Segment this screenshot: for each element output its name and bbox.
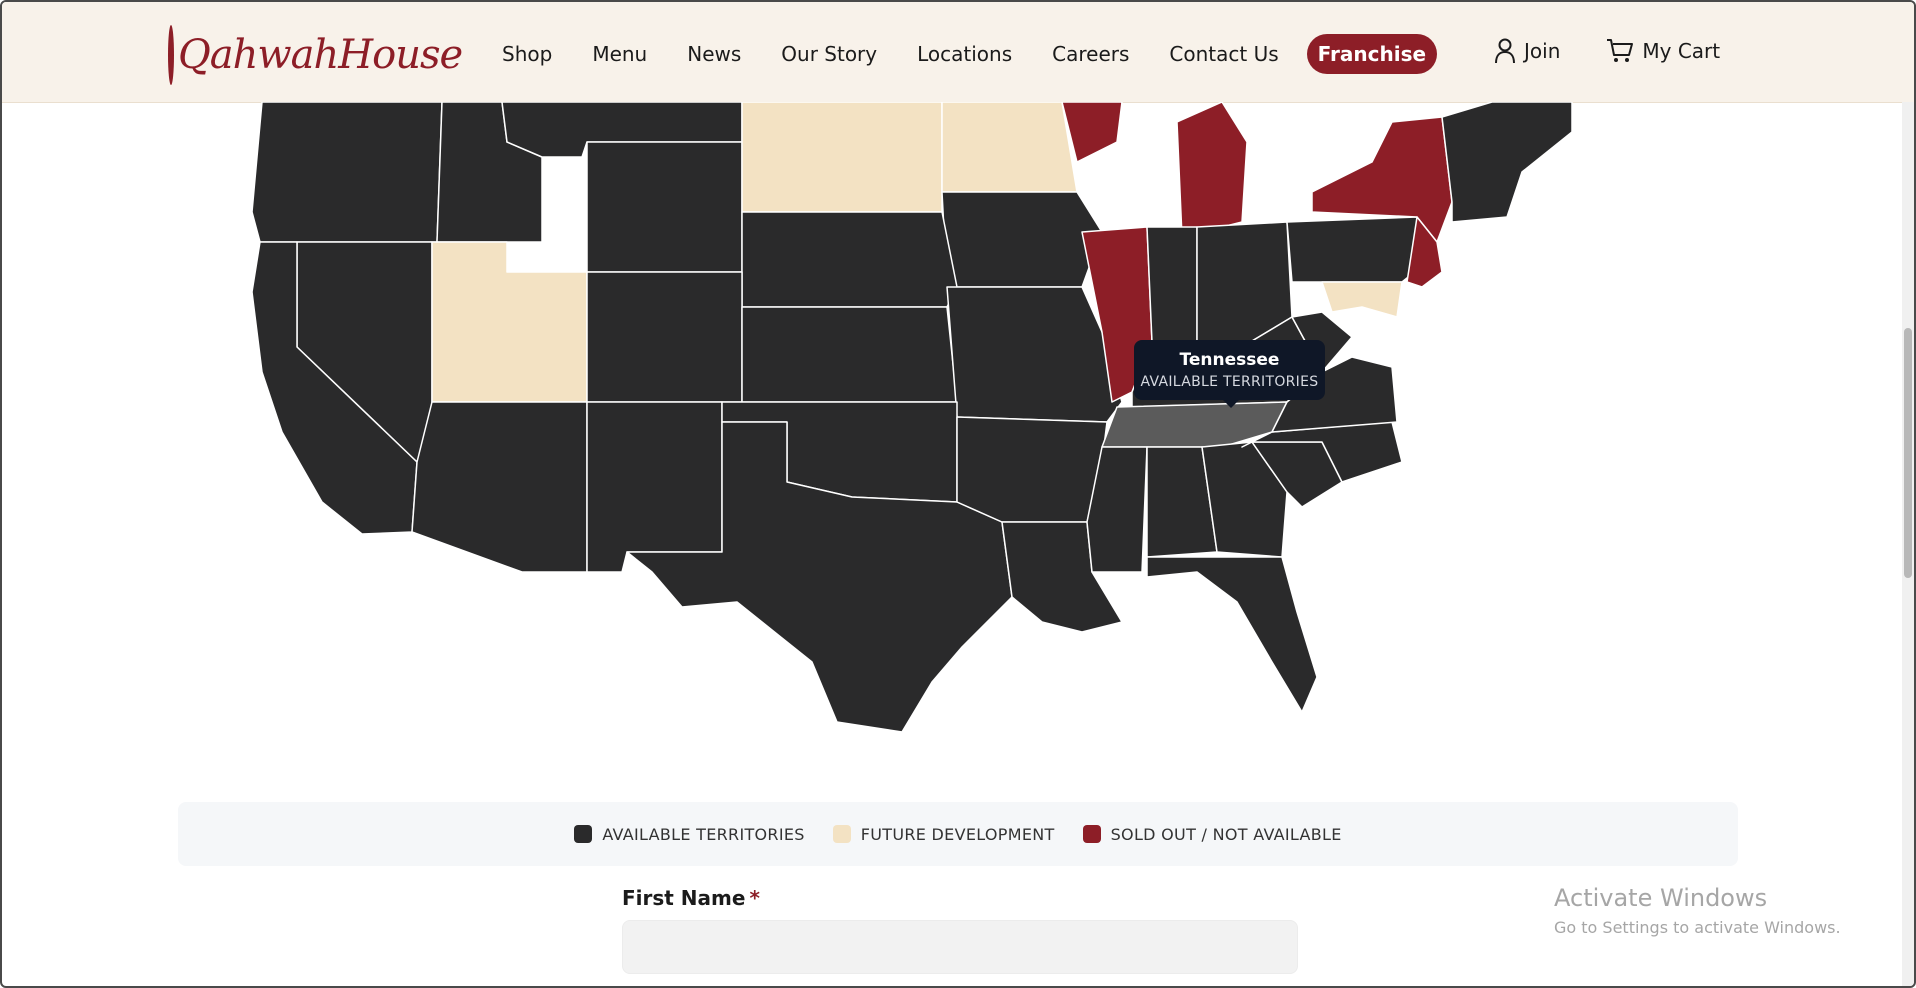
state-florida[interactable] [1146,556,1318,713]
page-scrollbar[interactable] [1902,102,1914,986]
legend-future: FUTURE DEVELOPMENT [832,824,1055,844]
franchise-territory-map [242,102,1682,752]
legend-swatch-sold-out [1082,825,1101,843]
us-map-svg [251,102,1573,733]
map-tooltip: Tennessee AVAILABLE TERRITORIES [1134,340,1325,408]
nav-locations[interactable]: Locations [917,42,1012,66]
browser-viewport: QahwahHouse Shop Menu News Our Story Loc… [0,0,1916,988]
required-asterisk: * [749,886,760,910]
first-name-label-text: First Name [622,886,746,910]
state-wyoming[interactable] [586,141,743,273]
watermark-line2: Go to Settings to activate Windows. [1554,918,1841,937]
state-pennsylvania[interactable] [1286,216,1428,283]
brand-logo[interactable]: QahwahHouse [168,20,463,90]
cart-label: My Cart [1642,39,1721,63]
state-new-mexico[interactable] [586,401,723,573]
legend-label-available: AVAILABLE TERRITORIES [602,824,805,844]
tooltip-state-name: Tennessee [1179,350,1280,370]
state-nebraska[interactable] [741,211,958,308]
state-south-dakota[interactable] [741,102,943,213]
my-cart-link[interactable]: My Cart [1606,38,1720,64]
state-new-england[interactable] [1441,102,1573,223]
state-wi-iowa[interactable] [941,191,1103,288]
watermark-line1: Activate Windows [1554,884,1768,912]
first-name-input[interactable] [622,920,1298,974]
nav-careers[interactable]: Careers [1052,42,1129,66]
state-maryland[interactable] [1321,281,1403,318]
coffee-cup-logo-icon [168,25,174,85]
windows-activation-watermark: Activate Windows Go to Settings to activ… [1554,884,1841,937]
nav-news[interactable]: News [687,42,741,66]
state-colorado[interactable] [586,271,743,403]
main-nav: Shop Menu News Our Story Locations Caree… [502,34,1477,74]
nav-menu[interactable]: Menu [592,42,647,66]
nav-shop[interactable]: Shop [502,42,552,66]
state-utah[interactable] [431,241,588,403]
legend-label-sold-out: SOLD OUT / NOT AVAILABLE [1110,824,1342,844]
state-arizona[interactable] [411,401,588,573]
brand-logo-text: QahwahHouse [178,32,463,78]
join-link[interactable]: Join [1494,38,1560,64]
state-indiana[interactable] [1146,226,1198,343]
state-minnesota[interactable] [941,102,1078,193]
state-washington-oregon[interactable] [251,102,443,243]
legend-label-future: FUTURE DEVELOPMENT [860,824,1055,844]
legend-sold-out: SOLD OUT / NOT AVAILABLE [1082,824,1342,844]
state-missouri[interactable] [946,286,1123,423]
legend-swatch-future [832,825,851,843]
state-michigan[interactable] [1176,102,1248,238]
cart-icon [1607,39,1634,62]
scrollbar-thumb[interactable] [1904,328,1912,578]
state-kansas[interactable] [741,306,958,403]
site-header: QahwahHouse Shop Menu News Our Story Loc… [2,2,1914,103]
user-area: Join My Cart [1494,38,1766,64]
user-icon [1495,38,1515,64]
join-label: Join [1524,39,1561,63]
state-arkansas[interactable] [956,416,1108,523]
nav-franchise-button[interactable]: Franchise [1306,34,1438,74]
nav-contact-us[interactable]: Contact Us [1169,42,1278,66]
legend-available: AVAILABLE TERRITORIES [574,825,804,844]
legend-swatch-available [574,825,593,843]
first-name-label: First Name * [622,886,760,910]
tooltip-status: AVAILABLE TERRITORIES [1140,374,1319,390]
map-legend: AVAILABLE TERRITORIES FUTURE DEVELOPMENT… [178,802,1738,866]
nav-our-story[interactable]: Our Story [781,42,877,66]
